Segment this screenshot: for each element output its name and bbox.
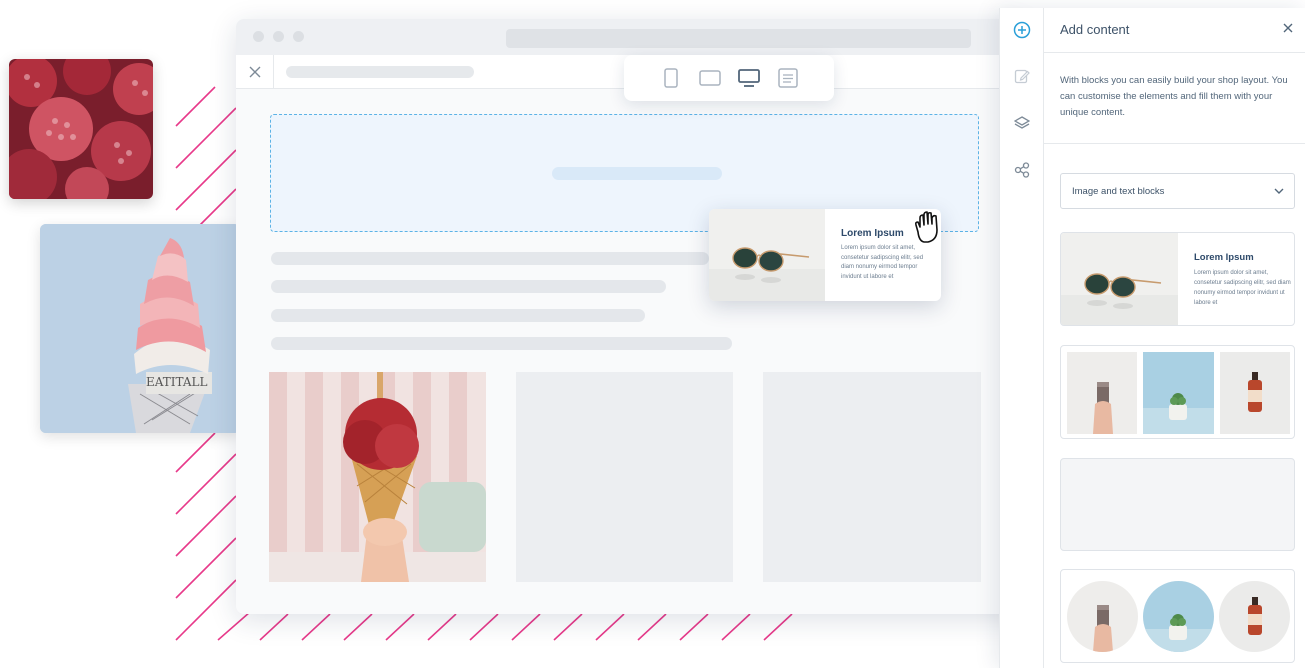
block-category-select[interactable]: Image and text blocks (1060, 173, 1295, 209)
chevron-down-icon (1274, 188, 1284, 194)
list-view-button[interactable] (777, 67, 799, 89)
close-editor-button[interactable] (236, 55, 274, 89)
bottle-image (1220, 352, 1290, 434)
dragged-block-card[interactable]: Lorem Ipsum Lorem ipsum dolor sit amet, … (709, 209, 941, 301)
panel-header: Add content (1044, 8, 1305, 53)
text-placeholder (271, 280, 666, 293)
window-dot (273, 31, 284, 42)
tablet-view-button[interactable] (698, 67, 721, 89)
grab-cursor-icon (910, 210, 942, 244)
sunglasses-image (1061, 233, 1178, 325)
block-description: Lorem ipsum dolor sit amet, consetetur s… (841, 245, 924, 280)
text-placeholder (271, 252, 709, 265)
content-tile-placeholder (763, 372, 981, 582)
share-tab[interactable] (1010, 158, 1034, 182)
content-tile-placeholder (516, 372, 733, 582)
block-title: Lorem Ipsum (1194, 252, 1254, 263)
tumbler-image (1067, 581, 1138, 652)
svg-text:EATITALL: EATITALL (146, 375, 207, 389)
add-circle-icon (1013, 21, 1031, 39)
text-placeholder (271, 309, 645, 322)
desktop-icon (737, 69, 760, 87)
select-value: Image and text blocks (1072, 186, 1165, 197)
block-empty[interactable] (1060, 458, 1295, 551)
close-icon (249, 66, 260, 78)
mobile-view-button[interactable] (660, 67, 682, 89)
close-icon (1283, 23, 1293, 33)
block-image-text[interactable]: Lorem Ipsum Lorem ipsum dolor sit amet, … (1060, 232, 1295, 326)
block-description: Lorem ipsum dolor sit amet, consetetur s… (1194, 270, 1291, 306)
edit-icon (1014, 69, 1030, 84)
panel-title: Add content (1060, 22, 1130, 37)
tumbler-image (1067, 352, 1137, 434)
block-three-images[interactable] (1060, 345, 1295, 439)
desktop-view-button[interactable] (737, 67, 760, 89)
drop-zone-placeholder (552, 167, 722, 180)
add-content-panel: Add content With blocks you can easily b… (999, 8, 1305, 668)
panel-description: With blocks you can easily build your sh… (1060, 75, 1288, 118)
tablet-icon (698, 70, 721, 86)
plant-image (1143, 352, 1214, 434)
layers-icon (1014, 116, 1030, 129)
toolbar-placeholder (286, 66, 474, 78)
window-dot (253, 31, 264, 42)
plant-image (1143, 581, 1214, 652)
address-bar[interactable] (506, 29, 971, 48)
block-title: Lorem Ipsum (841, 228, 904, 239)
sunglasses-image (709, 209, 825, 301)
ice-cream-sign-photo: EATITALL (40, 224, 240, 433)
bottle-image (1219, 581, 1290, 652)
layers-tab[interactable] (1010, 111, 1034, 135)
edit-tab[interactable] (1010, 64, 1034, 88)
divider (1044, 143, 1305, 144)
smartphone-icon (663, 68, 678, 88)
ice-cream-photo (269, 372, 486, 582)
add-content-tab[interactable] (1010, 18, 1034, 42)
browser-titlebar (236, 19, 1026, 55)
raspberries-photo (9, 59, 153, 199)
share-icon (1014, 162, 1030, 178)
panel-close-button[interactable] (1278, 18, 1298, 38)
list-view-icon (777, 68, 798, 88)
block-three-circles[interactable] (1060, 569, 1295, 663)
panel-icon-rail (1000, 8, 1044, 668)
device-switcher (624, 55, 834, 101)
text-placeholder (271, 337, 732, 350)
window-dot (293, 31, 304, 42)
